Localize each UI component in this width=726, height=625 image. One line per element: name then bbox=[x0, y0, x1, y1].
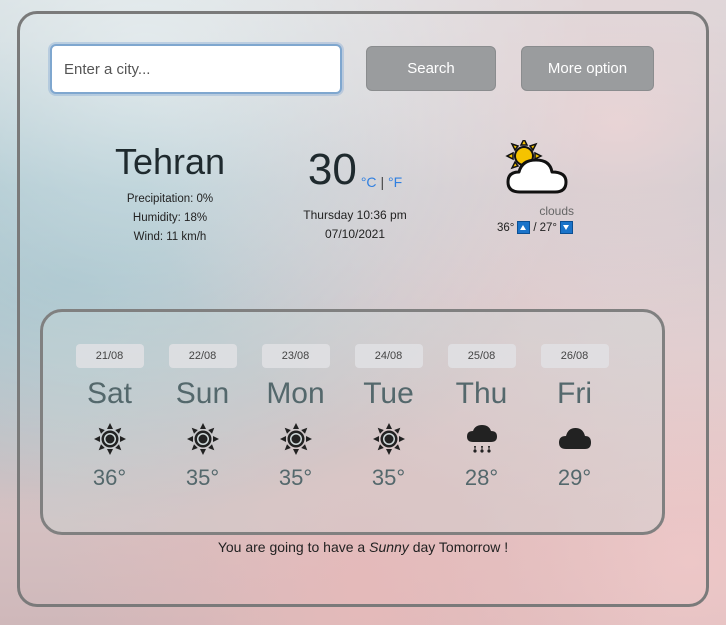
forecast-day: 23/08 Mon 35° bbox=[249, 344, 342, 492]
forecast-day-name: Sun bbox=[175, 377, 230, 410]
max-temp: 36° bbox=[497, 221, 515, 234]
min-temp: 27° bbox=[539, 221, 557, 234]
today-summary: clouds 36° / 27° bbox=[480, 140, 590, 234]
forecast-date: 21/08 bbox=[75, 344, 144, 368]
weekly-forecast: 21/08 Sat 36° 22/08 Sun 35° 23/08 Mon 35… bbox=[40, 309, 665, 535]
day-time-text: Thursday 10:36 pm bbox=[303, 208, 407, 222]
more-option-button[interactable]: More option bbox=[521, 46, 654, 91]
city-stats: Precipitation: 0% Humidity: 18% Wind: 11… bbox=[100, 190, 240, 247]
date-text: 07/10/2021 bbox=[324, 227, 386, 241]
humidity-text: Humidity: 18% bbox=[132, 212, 208, 224]
tomorrow-summary: You are going to have a Sunny day Tomorr… bbox=[0, 539, 726, 555]
forecast-day-name: Thu bbox=[455, 377, 508, 410]
forecast-date: 24/08 bbox=[354, 344, 423, 368]
fahrenheit-toggle[interactable]: °F bbox=[388, 174, 402, 190]
sun-icon bbox=[372, 423, 405, 455]
forecast-temp: 36° bbox=[92, 465, 127, 490]
unit-toggle: °C | °F bbox=[361, 174, 402, 190]
forecast-date: 23/08 bbox=[261, 344, 330, 368]
forecast-day: 24/08 Tue 35° bbox=[342, 344, 435, 492]
forecast-date: 25/08 bbox=[447, 344, 516, 368]
forecast-day: 22/08 Sun 35° bbox=[156, 344, 249, 492]
arrow-up-icon bbox=[517, 221, 531, 234]
cloud-icon bbox=[558, 428, 591, 449]
forecast-temp: 28° bbox=[464, 465, 499, 490]
forecast-day: 21/08 Sat 36° bbox=[63, 344, 156, 492]
forecast-temp: 29° bbox=[557, 465, 592, 490]
search-button[interactable]: Search bbox=[366, 46, 496, 91]
city-name: Tehran bbox=[114, 141, 226, 182]
forecast-date: 26/08 bbox=[540, 344, 609, 368]
summary-prefix: You are going to have a bbox=[217, 539, 366, 555]
forecast-day-name: Fri bbox=[557, 377, 592, 410]
sun-icon bbox=[186, 423, 219, 455]
partly-cloudy-icon bbox=[505, 140, 568, 194]
temperature-value: 30 bbox=[307, 145, 357, 194]
forecast-date: 22/08 bbox=[168, 344, 237, 368]
min-max-separator: / bbox=[533, 221, 537, 234]
summary-condition: Sunny bbox=[369, 539, 409, 555]
current-datetime: Thursday 10:36 pm 07/10/2021 bbox=[290, 206, 420, 244]
wind-text: Wind: 11 km/h bbox=[133, 231, 207, 243]
condition-description: clouds bbox=[539, 204, 574, 218]
precipitation-text: Precipitation: 0% bbox=[126, 193, 214, 205]
unit-separator: | bbox=[380, 174, 385, 190]
forecast-day-name: Tue bbox=[363, 377, 414, 410]
rain-cloud-icon bbox=[466, 425, 497, 453]
min-max-temps: 36° / 27° bbox=[480, 221, 590, 234]
forecast-day: 25/08 Thu 28° bbox=[435, 344, 528, 492]
forecast-temp: 35° bbox=[371, 465, 406, 490]
current-temperature: 30 °C | °F Thursday 10:36 pm 07/10/2021 bbox=[290, 140, 420, 244]
sun-icon bbox=[279, 423, 312, 455]
summary-suffix: day Tomorrow ! bbox=[412, 539, 509, 555]
sun-icon bbox=[93, 423, 126, 455]
forecast-day-name: Mon bbox=[266, 377, 325, 410]
forecast-temp: 35° bbox=[185, 465, 220, 490]
arrow-down-icon bbox=[559, 221, 573, 234]
celsius-toggle[interactable]: °C bbox=[361, 174, 377, 190]
forecast-day: 26/08 Fri 29° bbox=[528, 344, 621, 492]
current-location: Tehran Precipitation: 0% Humidity: 18% W… bbox=[100, 140, 240, 247]
forecast-day-name: Sat bbox=[86, 377, 133, 410]
forecast-temp: 35° bbox=[278, 465, 313, 490]
city-search-input[interactable] bbox=[50, 44, 342, 94]
